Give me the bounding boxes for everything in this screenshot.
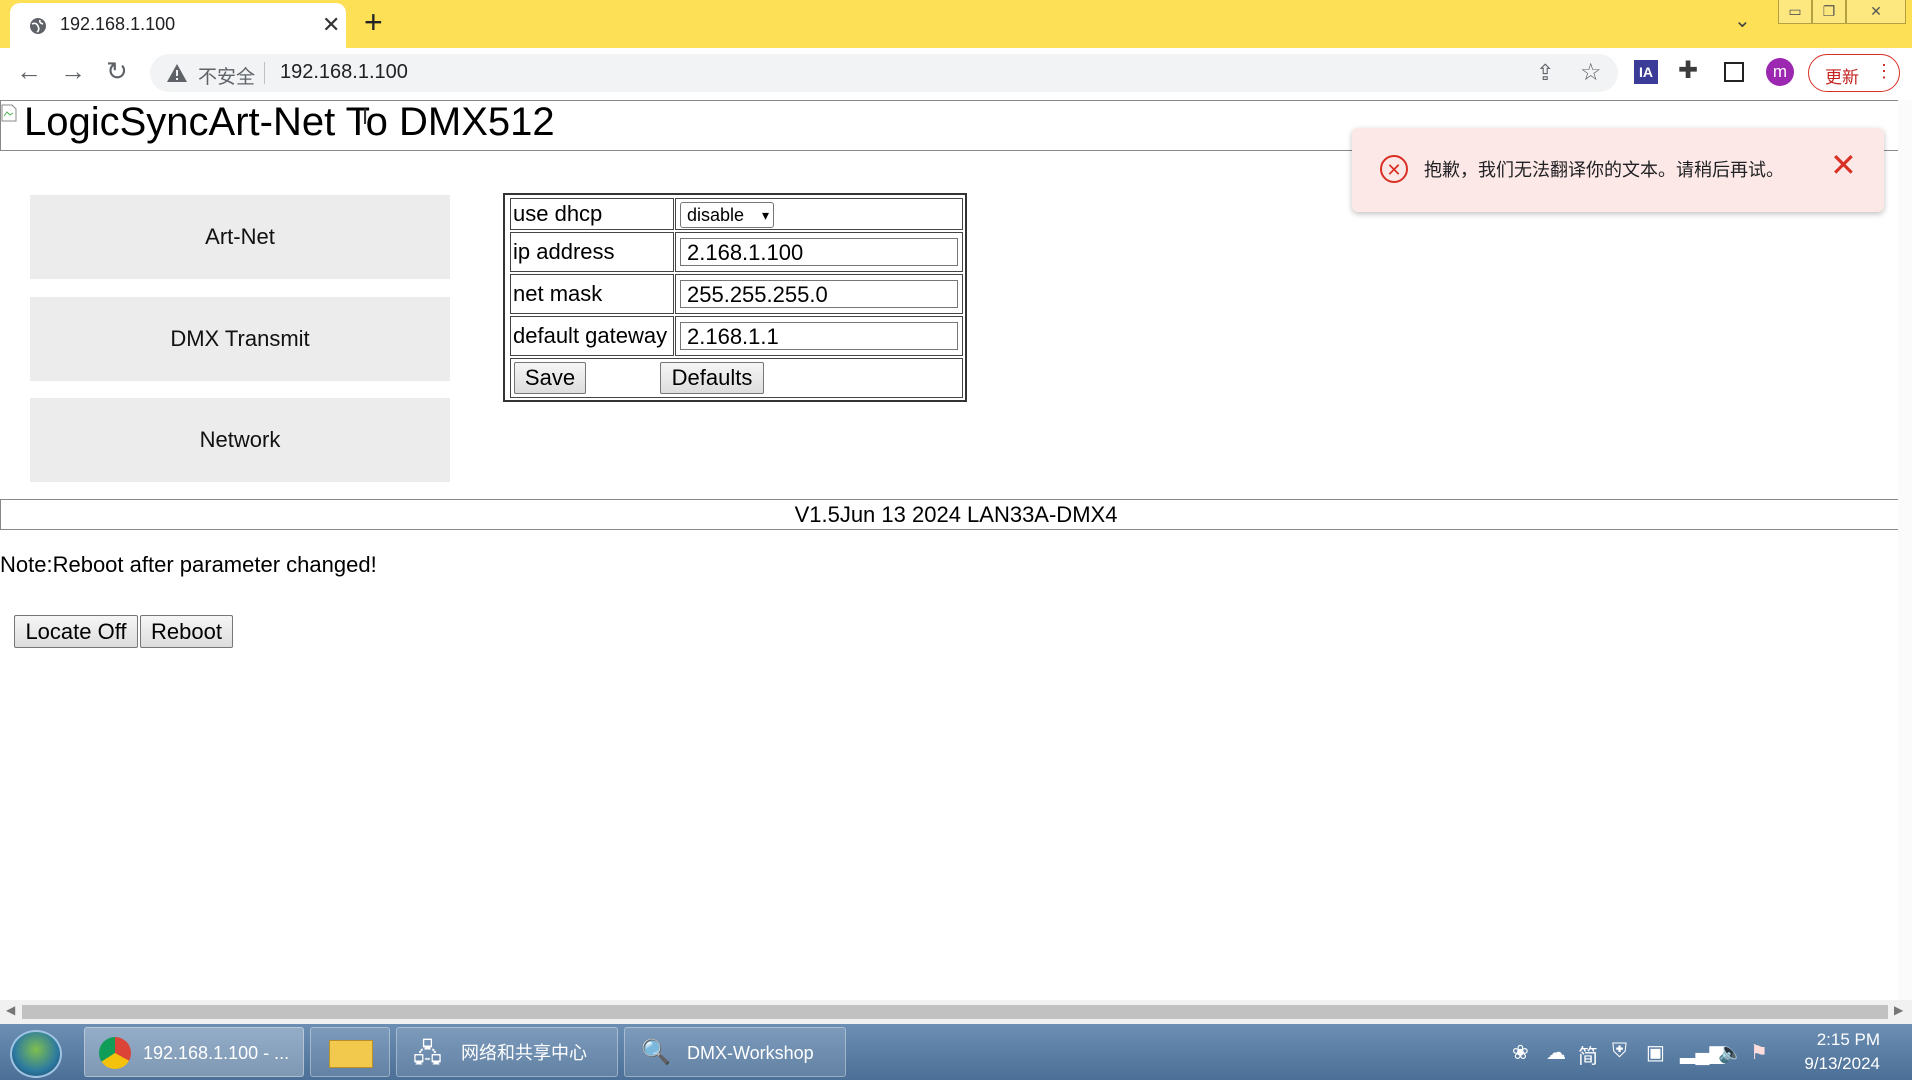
taskbar-item-label: DMX-Workshop [687,1043,814,1063]
tray-device-icon[interactable]: ▣ [1646,1040,1665,1065]
taskbar-item-dmx-workshop[interactable]: 🔍 DMX-Workshop [624,1027,846,1077]
tray-cloud-icon[interactable]: ☁ [1546,1040,1566,1065]
menu-dots-icon[interactable]: ⋮ [1875,61,1893,82]
globe-icon [30,18,46,34]
back-arrow-icon[interactable]: ← [16,56,42,87]
locate-off-button[interactable]: Locate Off [14,615,138,648]
chevron-down-icon: ▾ [761,207,769,223]
update-label: 更新 [1825,68,1859,87]
address-bar[interactable]: 不安全 192.168.1.100 ⇪ ☆ [150,54,1618,92]
address-divider [264,62,265,84]
dhcp-select[interactable]: disable ▾ [680,202,774,228]
gateway-input[interactable]: 2.168.1.1 [680,322,958,350]
form-actions-row: Save Defaults [510,358,963,398]
mask-label: net mask [510,274,674,314]
scrollbar-thumb[interactable] [22,1005,1888,1019]
chrome-icon [99,1037,131,1069]
not-secure-label[interactable]: 不安全 [198,62,255,89]
translate-error-toast: ✕ 抱歉，我们无法翻译你的文本。请稍后再试。 ✕ [1352,128,1884,212]
dhcp-select-value: disable [687,205,745,225]
taskbar-item-explorer[interactable] [310,1027,390,1077]
text-cursor-icon: I [362,104,369,129]
profile-avatar[interactable]: m [1766,58,1794,86]
extensions-puzzle-icon[interactable]: ✚ [1678,56,1698,85]
tray-shield-icon[interactable]: ⛨ [1612,1040,1627,1063]
tab-title: 192.168.1.100 [60,14,176,34]
nav-dmx-transmit[interactable]: DMX Transmit [30,297,450,381]
new-tab-button[interactable]: + [364,4,383,41]
gateway-cell: 2.168.1.1 [675,316,963,356]
defaults-button[interactable]: Defaults [660,362,764,394]
ip-address-input[interactable]: 2.168.1.100 [680,238,958,266]
save-button[interactable]: Save [514,362,586,394]
clock-date[interactable]: 9/13/2024 [1780,1054,1880,1074]
network-icon: 🖧 [413,1038,442,1068]
vertical-scrollbar[interactable] [1898,100,1912,1000]
bookmark-star-icon[interactable]: ☆ [1580,58,1602,87]
magnifier-icon: 🔍 [641,1039,671,1066]
toast-close-icon[interactable]: ✕ [1830,146,1857,184]
scroll-right-arrow-icon[interactable]: ▶ [1894,1003,1903,1017]
clock-time[interactable]: 2:15 PM [1800,1030,1880,1050]
dhcp-label: use dhcp [510,198,674,230]
update-button[interactable]: 更新 ⋮ [1808,54,1900,92]
dhcp-cell: disable ▾ [675,198,963,230]
minimize-button[interactable]: ▭ [1778,0,1812,24]
url-text[interactable]: 192.168.1.100 [280,61,408,84]
ip-cell: 2.168.1.100 [675,232,963,272]
net-mask-input[interactable]: 255.255.255.0 [680,280,958,308]
warning-triangle-icon[interactable] [166,63,188,83]
ia-extension-icon[interactable]: IA [1634,60,1658,84]
nav-art-net[interactable]: Art-Net [30,195,450,279]
forward-arrow-icon[interactable]: → [60,56,86,87]
browser-tab[interactable]: 192.168.1.100 ✕ [10,3,346,49]
reboot-note: Note:Reboot after parameter changed! [0,552,377,577]
gateway-label: default gateway [510,316,674,356]
close-window-button[interactable]: ✕ [1846,0,1906,24]
scroll-left-arrow-icon[interactable]: ◀ [6,1003,15,1017]
restore-button[interactable]: ❐ [1812,0,1846,24]
horizontal-scrollbar[interactable]: ◀ ▶ [0,1000,1912,1024]
nav-network[interactable]: Network [30,398,450,482]
reboot-button[interactable]: Reboot [140,615,233,648]
start-button[interactable] [10,1030,62,1078]
broken-image-icon [1,104,17,122]
taskbar-item-chrome[interactable]: 192.168.1.100 - ... [84,1027,304,1077]
tray-app-icon[interactable]: ❀ [1512,1040,1529,1065]
ip-label: ip address [510,232,674,272]
folder-icon [329,1040,373,1068]
error-circle-icon: ✕ [1380,155,1408,183]
taskbar-item-network-center[interactable]: 🖧 网络和共享中心 [396,1027,618,1077]
speaker-icon[interactable]: 🔈 [1718,1040,1743,1065]
taskbar-item-label: 192.168.1.100 - ... [143,1043,290,1063]
taskbar-item-label: 网络和共享中心 [461,1043,587,1063]
share-icon[interactable]: ⇪ [1536,60,1554,86]
reload-icon[interactable]: ↻ [106,56,128,87]
mask-cell: 255.255.255.0 [675,274,963,314]
ime-indicator[interactable]: 简 [1578,1040,1598,1069]
browser-toolbar: ← → ↻ 不安全 192.168.1.100 ⇪ ☆ IA ✚ m 更新 ⋮ [0,48,1912,98]
toast-message: 抱歉，我们无法翻译你的文本。请稍后再试。 [1424,160,1784,180]
page-title: LogicSyncArt-Net To DMX512 [24,100,555,144]
version-info: V1.5Jun 13 2024 LAN33A-DMX4 [0,499,1912,530]
tab-close-icon[interactable]: ✕ [322,12,340,38]
network-form: use dhcp disable ▾ ip address 2.168.1.10… [503,193,967,402]
tab-search-chevron-icon[interactable]: ⌄ [1734,8,1751,33]
side-panel-icon[interactable] [1724,62,1744,82]
action-center-flag-icon[interactable]: ⚑ [1750,1040,1768,1065]
